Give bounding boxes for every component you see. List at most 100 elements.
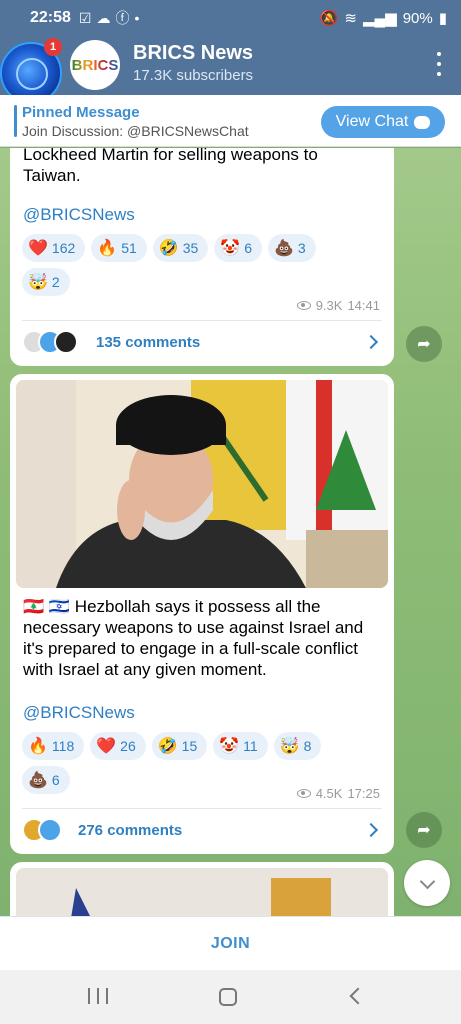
laughing-icon: 🤣 xyxy=(158,240,179,257)
back-icon[interactable] xyxy=(349,987,367,1005)
channel-avatar[interactable]: BRICS xyxy=(70,40,120,90)
message-meta: 4.5K 17:25 xyxy=(296,786,380,801)
avatar xyxy=(38,818,62,842)
view-chat-button[interactable]: View Chat xyxy=(321,106,445,138)
share-icon[interactable]: ➦ xyxy=(406,812,442,848)
reaction-chip[interactable]: 🔥 51 xyxy=(91,234,147,262)
reaction-count: 26 xyxy=(120,738,136,754)
chat-area[interactable]: Lockheed Martin for selling weapons to T… xyxy=(0,148,461,916)
message-bubble xyxy=(10,862,394,916)
channel-title[interactable]: BRICS News xyxy=(133,42,253,65)
reaction-chip[interactable]: ❤️ 162 xyxy=(22,234,86,262)
views-icon xyxy=(296,789,311,798)
message-text: Lockheed Martin for selling weapons to T… xyxy=(23,148,318,186)
heart-icon: ❤️ xyxy=(96,738,117,755)
reaction-count: 15 xyxy=(181,738,198,754)
reaction-count: 118 xyxy=(51,738,75,754)
reaction-chip[interactable]: 🤡 6 xyxy=(214,234,262,262)
channel-handle-link[interactable]: @BRICSNews xyxy=(23,702,135,723)
dot-icon: • xyxy=(134,10,140,26)
share-icon[interactable]: ➦ xyxy=(406,326,442,362)
fire-icon: 🔥 xyxy=(97,240,118,257)
photo-illustration xyxy=(16,868,388,916)
reaction-chip[interactable]: 🤣 15 xyxy=(151,732,208,760)
post-photo[interactable] xyxy=(16,868,388,916)
reaction-count: 6 xyxy=(244,240,252,256)
reaction-chip[interactable]: 🔥 118 xyxy=(22,732,85,760)
home-icon[interactable] xyxy=(219,988,237,1006)
reactions: 🔥 118 ❤️ 26 🤣 15 🤡 11 🤯 8 💩 6 xyxy=(22,732,362,794)
signal-icon: ▂▄▆ xyxy=(363,10,397,27)
commenter-avatars xyxy=(22,330,96,354)
commenter-avatars xyxy=(22,818,78,842)
reaction-count: 35 xyxy=(182,240,199,256)
join-button[interactable]: JOIN xyxy=(211,935,250,953)
views-icon xyxy=(296,301,311,310)
reaction-count: 2 xyxy=(51,274,60,290)
avatar xyxy=(54,330,78,354)
status-time: 22:58 xyxy=(30,9,71,26)
cloud-icon: ☁ xyxy=(96,9,111,26)
clown-icon: 🤡 xyxy=(219,738,240,755)
chevron-right-icon xyxy=(363,822,379,838)
pinned-title: Pinned Message xyxy=(22,104,140,121)
reaction-count: 6 xyxy=(51,772,60,788)
chevron-down-icon xyxy=(419,873,435,889)
divider xyxy=(22,808,382,809)
poop-icon: 💩 xyxy=(274,240,294,257)
wifi-icon: ≋ xyxy=(344,10,357,27)
post-photo[interactable] xyxy=(16,380,388,588)
channel-handle-link[interactable]: @BRICSNews xyxy=(23,204,135,225)
message-meta: 9.3K 14:41 xyxy=(296,298,380,313)
message-time: 14:41 xyxy=(347,298,380,313)
recent-apps-icon[interactable] xyxy=(88,988,108,1006)
reaction-count: 11 xyxy=(243,738,258,754)
scroll-down-button[interactable] xyxy=(404,860,450,906)
flag-icons: 🇱🇧 🇮🇱 xyxy=(23,597,71,616)
reaction-chip[interactable]: ❤️ 26 xyxy=(90,732,146,760)
reaction-count: 3 xyxy=(297,240,306,256)
check-icon: ☑ xyxy=(78,9,92,26)
clown-icon: 🤡 xyxy=(220,240,241,257)
reaction-chip[interactable]: 💩 6 xyxy=(22,766,70,794)
reaction-count: 8 xyxy=(303,738,312,754)
comments-row[interactable]: 276 comments xyxy=(22,812,382,848)
message-line: 🇱🇧 🇮🇱 Hezbollah says it possess all the xyxy=(23,596,363,617)
battery-icon: ▮ xyxy=(438,10,447,27)
heart-icon: ❤️ xyxy=(28,240,48,257)
reaction-chip[interactable]: 🤯 2 xyxy=(22,268,70,296)
message-bubble: 🇱🇧 🇮🇱 Hezbollah says it possess all the … xyxy=(10,374,394,854)
message-line: Lockheed Martin for selling weapons to xyxy=(23,148,318,164)
reaction-chip[interactable]: 🤯 8 xyxy=(273,732,322,760)
comments-row[interactable]: 135 comments xyxy=(22,324,382,360)
reaction-count: 51 xyxy=(121,240,137,256)
reaction-count: 162 xyxy=(51,240,76,256)
reaction-chip[interactable]: 🤡 11 xyxy=(213,732,268,760)
photo-illustration xyxy=(16,380,388,588)
top-bar: 22:58 ☑ ☁ ⓕ • 🔕 ≋ ▂▄▆ 90% ▮ 1 BRICS BRIC… xyxy=(0,0,461,104)
system-icons: 🔕 ≋ ▂▄▆ 90% ▮ xyxy=(320,9,447,28)
message-line-text: Hezbollah says it possess all the xyxy=(74,597,321,616)
chat-header: 1 BRICS BRICS News 17.3K subscribers xyxy=(0,36,461,104)
message-line: Taiwan. xyxy=(23,166,81,185)
laughing-icon: 🤣 xyxy=(157,738,178,755)
more-menu-icon[interactable] xyxy=(435,52,443,76)
pinned-text: Join Discussion: @BRICSNewsChat xyxy=(22,123,249,139)
view-chat-label: View Chat xyxy=(335,113,409,130)
status-bar: 22:58 ☑ ☁ ⓕ • 🔕 ≋ ▂▄▆ 90% ▮ xyxy=(0,0,461,36)
pinned-message[interactable]: Pinned Message Join Discussion: @BRICSNe… xyxy=(0,95,461,147)
join-bar[interactable]: JOIN xyxy=(0,916,461,970)
reaction-chip[interactable]: 💩 3 xyxy=(268,234,316,262)
message-line: necessary weapons to use against Israel … xyxy=(23,618,364,637)
reaction-chip[interactable]: 🤣 35 xyxy=(152,234,209,262)
view-count: 9.3K xyxy=(315,298,343,313)
message-text: 🇱🇧 🇮🇱 Hezbollah says it possess all the … xyxy=(23,596,363,680)
comments-count: 135 comments xyxy=(96,333,201,351)
divider xyxy=(22,320,382,321)
notification-icons: ☑ ☁ ⓕ • xyxy=(79,8,139,28)
message-bubble: Lockheed Martin for selling weapons to T… xyxy=(10,148,394,366)
poop-icon: 💩 xyxy=(28,772,48,789)
message-line: it's prepared to engage in a full-scale … xyxy=(23,639,358,658)
battery-level: 90% xyxy=(402,9,433,27)
chevron-right-icon xyxy=(363,334,379,350)
